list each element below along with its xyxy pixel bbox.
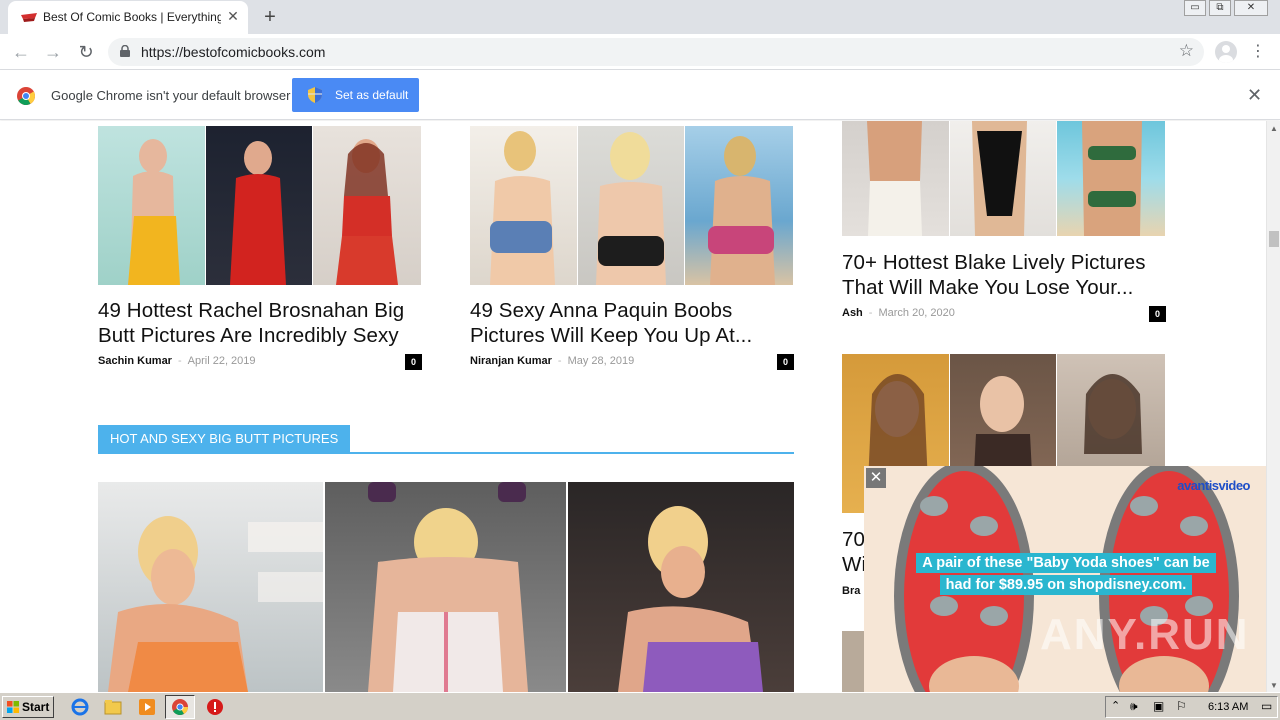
article-meta: Niranjan Kumar - May 28, 2019 bbox=[470, 355, 634, 367]
stop-sign-icon[interactable] bbox=[206, 698, 224, 716]
thumbnail-figures bbox=[128, 139, 398, 285]
ad-close-icon[interactable]: ✕ bbox=[866, 468, 886, 488]
show-desktop-icon[interactable]: ▭ bbox=[1261, 699, 1272, 713]
comment-count-badge[interactable]: 0 bbox=[405, 354, 422, 370]
thumbnail-figures bbox=[108, 482, 763, 692]
infobar-close-icon[interactable]: ✕ bbox=[1247, 85, 1262, 106]
windows-taskbar: Start ⌃ 🕪 ▣ ⚐ ▭ 6:13 AM bbox=[0, 692, 1280, 720]
chrome-logo-icon bbox=[17, 87, 35, 105]
windows-flag-icon bbox=[7, 701, 19, 713]
menu-kebab-icon[interactable]: ⋮ bbox=[1250, 40, 1266, 64]
article-date: March 20, 2020 bbox=[878, 307, 955, 319]
article-meta: Ash - March 20, 2020 bbox=[842, 307, 955, 319]
article-date: April 22, 2019 bbox=[187, 355, 256, 367]
comment-count-badge[interactable]: 0 bbox=[777, 354, 794, 370]
system-tray: ⌃ 🕪 ▣ ⚐ ▭ bbox=[1105, 696, 1278, 718]
article-meta: Bra bbox=[842, 585, 860, 597]
article-thumbnail-blake[interactable] bbox=[842, 121, 1165, 236]
article-title[interactable]: 49 Sexy Anna Paquin Boobs Pictures Will … bbox=[470, 298, 800, 348]
article-thumbnail-rachel[interactable] bbox=[98, 126, 421, 285]
ad-caption: A pair of these "Baby Yoda shoes" can be… bbox=[906, 552, 1226, 596]
back-arrow-icon[interactable]: ← bbox=[9, 40, 33, 64]
section-heading-label[interactable]: HOT AND SEXY BIG BUTT PICTURES bbox=[98, 425, 351, 452]
article-meta: Sachin Kumar - April 22, 2019 bbox=[98, 355, 256, 367]
article-author[interactable]: Ash bbox=[842, 307, 863, 319]
article-title[interactable]: 70+ Hottest Blake Lively Pictures That W… bbox=[842, 250, 1172, 300]
minimize-button[interactable]: ▭ bbox=[1184, 0, 1206, 16]
profile-avatar-icon[interactable] bbox=[1215, 41, 1237, 63]
scrollbar-thumb[interactable] bbox=[1269, 231, 1279, 247]
set-as-default-label: Set as default bbox=[335, 88, 409, 102]
shield-icon bbox=[308, 87, 322, 103]
tab-strip: Best Of Comic Books | Everything Ab ✕ + … bbox=[0, 0, 1280, 34]
taskbar-clock[interactable]: 6:13 AM bbox=[1208, 701, 1248, 713]
lock-icon bbox=[120, 45, 130, 57]
article-date: May 28, 2019 bbox=[567, 355, 635, 367]
network-icon[interactable]: ▣ bbox=[1153, 699, 1164, 713]
ad-caption-line: A pair of these "Baby Yoda shoes" can be bbox=[916, 553, 1216, 573]
article-author[interactable]: Sachin Kumar bbox=[98, 355, 172, 367]
vertical-scrollbar[interactable]: ▲ ▼ bbox=[1266, 121, 1280, 692]
tab-close-icon[interactable]: ✕ bbox=[224, 7, 242, 25]
article-author[interactable]: Niranjan Kumar bbox=[470, 355, 552, 367]
comment-count-badge[interactable]: 0 bbox=[1149, 306, 1166, 322]
meta-separator: - bbox=[177, 355, 182, 367]
url-text: https://bestofcomicbooks.com bbox=[141, 44, 326, 60]
bookmark-star-icon[interactable]: ☆ bbox=[1179, 41, 1194, 61]
volume-icon[interactable]: 🕪 bbox=[1130, 699, 1138, 714]
browser-toolbar: ← → ↻ https://bestofcomicbooks.com ☆ ⋮ bbox=[0, 34, 1280, 70]
default-browser-infobar: Google Chrome isn't your default browser… bbox=[0, 70, 1280, 120]
ie-icon[interactable] bbox=[71, 698, 89, 716]
site-favicon-icon bbox=[21, 13, 37, 22]
scroll-down-icon[interactable]: ▼ bbox=[1270, 681, 1278, 690]
browser-tab[interactable]: Best Of Comic Books | Everything Ab ✕ bbox=[8, 1, 248, 34]
article-thumbnail-anna[interactable] bbox=[470, 126, 793, 285]
thumbnail-figures bbox=[490, 131, 775, 285]
reload-icon[interactable]: ↻ bbox=[74, 40, 98, 64]
scroll-up-icon[interactable]: ▲ bbox=[1270, 124, 1278, 133]
article-thumbnail-partial[interactable] bbox=[842, 631, 864, 692]
folder-icon[interactable] bbox=[104, 698, 122, 716]
action-center-flag-icon[interactable]: ⚐ bbox=[1176, 699, 1187, 713]
meta-separator: - bbox=[557, 355, 562, 367]
infobar-message: Google Chrome isn't your default browser bbox=[51, 88, 291, 103]
section-heading: HOT AND SEXY BIG BUTT PICTURES bbox=[98, 425, 794, 454]
start-label: Start bbox=[22, 700, 50, 714]
start-button[interactable]: Start bbox=[2, 696, 54, 718]
window-close-button[interactable]: ✕ bbox=[1234, 0, 1268, 16]
chrome-icon bbox=[172, 699, 188, 715]
chrome-taskbar-button[interactable] bbox=[165, 695, 195, 719]
tray-expand-icon[interactable]: ⌃ bbox=[1111, 699, 1120, 712]
anyrun-watermark: ANY.RUN bbox=[1040, 610, 1250, 659]
restore-button[interactable]: ⧉ bbox=[1209, 0, 1231, 16]
ad-caption-line: had for $89.95 on shopdisney.com. bbox=[939, 575, 1193, 595]
article-author-partial[interactable]: Bra bbox=[842, 585, 860, 597]
new-tab-button[interactable]: + bbox=[258, 5, 282, 29]
media-player-icon[interactable] bbox=[138, 698, 156, 716]
tab-title: Best Of Comic Books | Everything Ab bbox=[43, 10, 221, 24]
set-as-default-button[interactable]: Set as default bbox=[292, 78, 419, 112]
forward-arrow-icon[interactable]: → bbox=[41, 40, 65, 64]
meta-separator: - bbox=[868, 307, 873, 319]
thumbnail-figures bbox=[867, 121, 1142, 236]
article-title[interactable]: 49 Hottest Rachel Brosnahan Big Butt Pic… bbox=[98, 298, 428, 348]
address-bar[interactable]: https://bestofcomicbooks.com ☆ bbox=[108, 38, 1204, 66]
article-thumbnail-big-butt[interactable] bbox=[98, 482, 794, 692]
ad-brand-logo[interactable]: avantisvideo bbox=[1177, 478, 1250, 493]
